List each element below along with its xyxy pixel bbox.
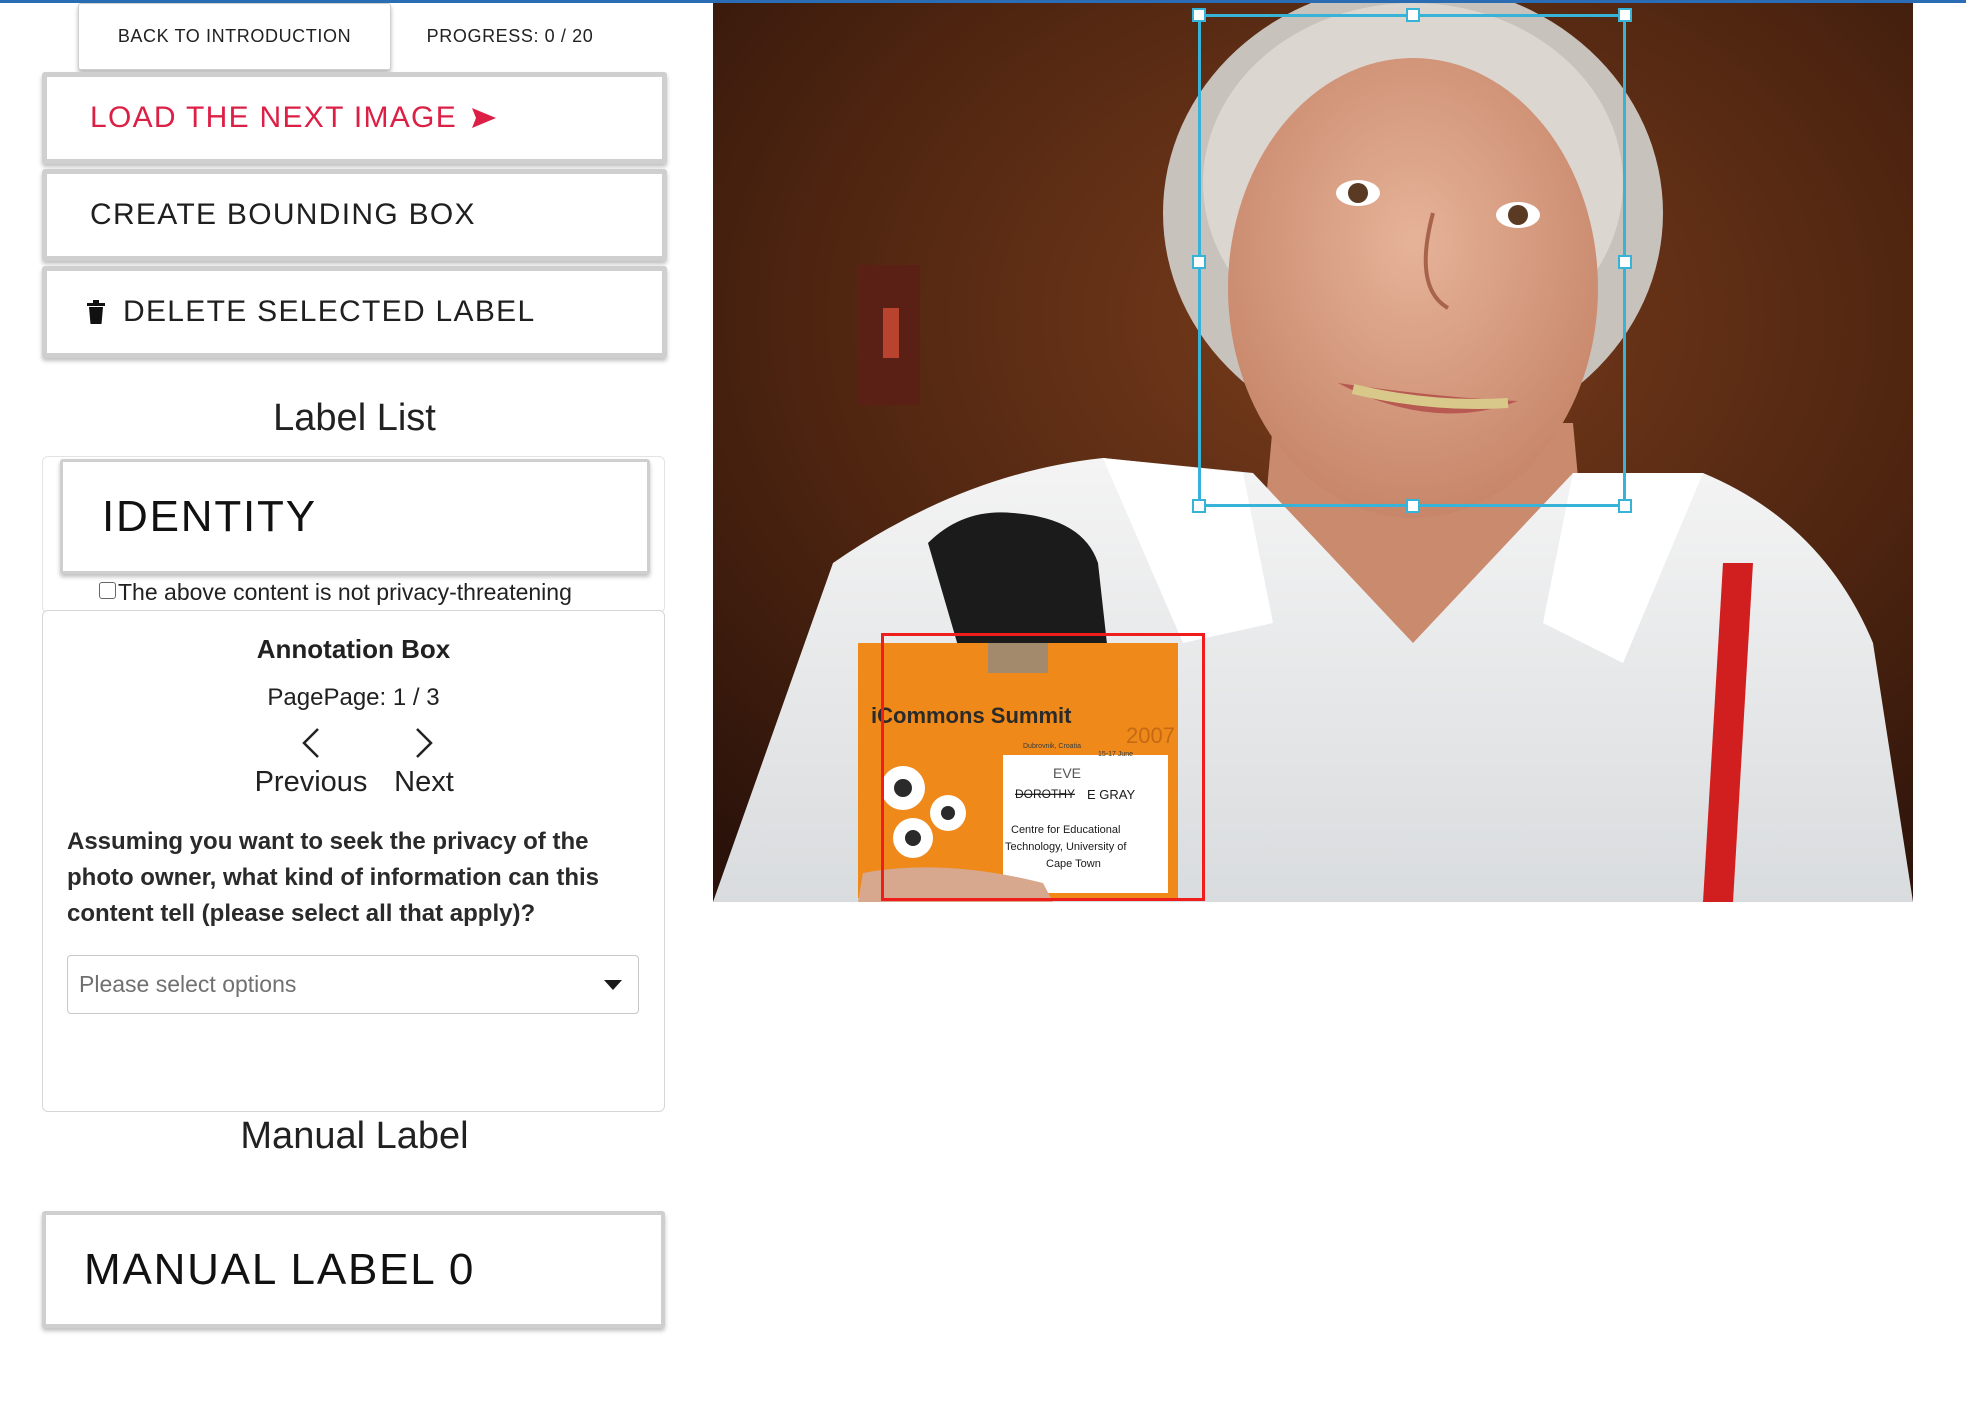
information-type-select[interactable]: Please select options xyxy=(67,955,639,1014)
select-placeholder: Please select options xyxy=(79,971,297,997)
chevron-right-icon xyxy=(416,728,433,758)
resize-handle-bottom[interactable] xyxy=(1406,499,1420,513)
resize-handle-left[interactable] xyxy=(1192,255,1206,269)
delete-selected-label-text: DELETE SELECTED LABEL xyxy=(123,295,536,328)
selected-bounding-box[interactable] xyxy=(1192,8,1632,513)
previous-label: Previous xyxy=(254,766,368,798)
previous-page-button[interactable]: Previous xyxy=(248,726,374,799)
page-indicator: PagePage: 1 / 3 xyxy=(267,684,440,711)
create-bounding-box-label: CREATE BOUNDING BOX xyxy=(90,198,476,231)
next-page-button[interactable]: Next xyxy=(388,726,460,799)
create-bounding-box-button[interactable]: CREATE BOUNDING BOX xyxy=(42,169,667,261)
annotation-box-title: Annotation Box xyxy=(256,634,451,664)
back-to-introduction-button[interactable]: BACK TO INTRODUCTION xyxy=(78,3,391,70)
resize-handle-bottom-left[interactable] xyxy=(1192,499,1206,513)
chevron-left-icon xyxy=(302,728,319,758)
label-item-identity[interactable]: IDENTITY xyxy=(60,459,650,574)
delete-selected-label-button[interactable]: DELETE SELECTED LABEL xyxy=(42,266,667,358)
load-next-image-label: LOAD THE NEXT IMAGE xyxy=(90,101,458,134)
next-label: Next xyxy=(394,766,454,798)
privacy-checkbox[interactable] xyxy=(99,581,116,599)
resize-handle-right[interactable] xyxy=(1618,255,1632,269)
progress-indicator: PROGRESS: 0 / 20 xyxy=(426,26,594,46)
manual-label-title: Manual Label xyxy=(240,1115,469,1157)
send-arrow-icon xyxy=(472,108,497,128)
load-next-image-button[interactable]: LOAD THE NEXT IMAGE xyxy=(42,72,667,164)
label-list-title: Label List xyxy=(273,397,436,439)
annotation-question: Assuming you want to seek the privacy of… xyxy=(67,828,599,927)
resize-handle-top-left[interactable] xyxy=(1192,8,1206,22)
dropdown-caret-icon xyxy=(604,980,622,990)
resize-handle-top[interactable] xyxy=(1406,8,1420,22)
manual-label-item[interactable]: MANUAL LABEL 0 xyxy=(42,1211,665,1328)
trash-icon xyxy=(87,300,105,324)
privacy-checkbox-label: The above content is not privacy-threate… xyxy=(118,578,572,605)
privacy-checkbox-row[interactable]: The above content is not privacy-threate… xyxy=(99,577,572,607)
badge-bounding-box[interactable] xyxy=(881,633,1205,901)
resize-handle-bottom-right[interactable] xyxy=(1618,499,1632,513)
resize-handle-top-right[interactable] xyxy=(1618,8,1632,22)
